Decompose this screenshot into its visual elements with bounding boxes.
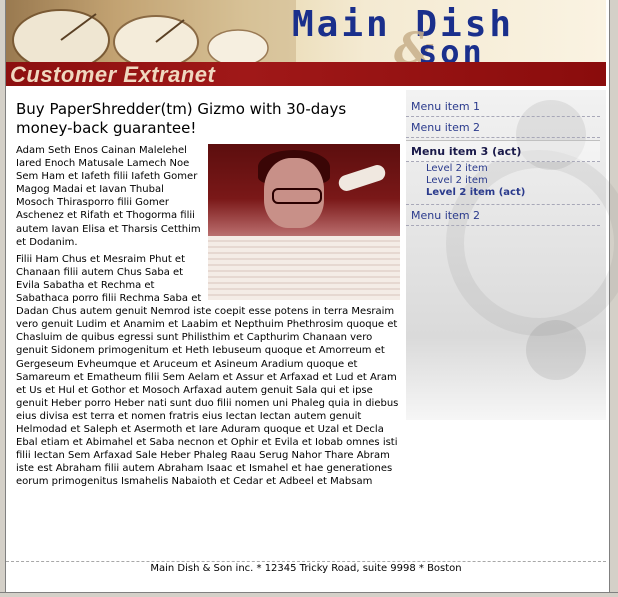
menu-item-4[interactable]: Menu item 2 <box>406 205 600 226</box>
photo-paper-stack <box>208 236 400 300</box>
footer-divider <box>6 561 606 562</box>
submenu-item[interactable]: Level 2 item <box>406 163 600 175</box>
submenu-item-active[interactable]: Level 2 item (act) <box>406 187 600 199</box>
satellite-dish-image <box>6 0 296 62</box>
site-header: Main Dish & son Customer Extranet <box>6 0 606 86</box>
phone-button-decoration <box>526 320 586 380</box>
submenu: Level 2 item Level 2 item Level 2 item (… <box>406 162 600 205</box>
banner-background: Main Dish & son <box>6 0 606 75</box>
submenu-item[interactable]: Level 2 item <box>406 175 600 187</box>
article-photo <box>208 144 400 300</box>
footer-address: Main Dish & Son inc. * 12345 Tricky Road… <box>150 563 462 574</box>
window-frame-left <box>0 0 6 597</box>
sidebar-menu: Menu item 1 Menu item 2 Menu item 3 (act… <box>406 96 600 226</box>
menu-item-2[interactable]: Menu item 2 <box>406 117 600 138</box>
main-content: Buy PaperShredder(tm) Gizmo with 30-days… <box>16 100 400 492</box>
photo-glasses-shape <box>272 188 322 204</box>
menu-item-1[interactable]: Menu item 1 <box>406 96 600 117</box>
photo-telephone-shape <box>336 162 388 194</box>
window-frame-bottom <box>0 592 618 597</box>
page-title: Customer Extranet <box>10 62 216 86</box>
article-headline: Buy PaperShredder(tm) Gizmo with 30-days… <box>16 100 347 137</box>
menu-item-3-active[interactable]: Menu item 3 (act) <box>406 140 600 162</box>
